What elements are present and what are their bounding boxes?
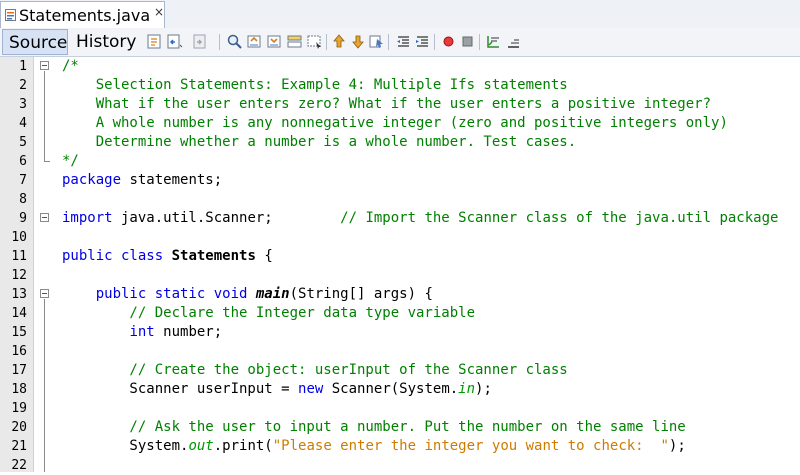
code-line-1: /* (62, 58, 79, 74)
comment-icon[interactable] (485, 33, 502, 50)
forward-icon[interactable] (192, 33, 209, 50)
line-number: 9 (19, 211, 27, 226)
uncomment-icon[interactable] (505, 33, 522, 50)
line-number: 7 (19, 173, 27, 188)
shift-right-icon[interactable] (414, 33, 431, 50)
line-number: 21 (11, 439, 27, 454)
line-number: 11 (11, 249, 27, 264)
code-editor[interactable]: 1 2 3 4 5 6 7 8 9 10 11 12 13 14 15 16 17 18 19 20 21 22 /* S… (0, 57, 800, 473)
find-icon[interactable] (226, 33, 243, 50)
code-line-2: Selection Statements: Example 4: Multipl… (62, 77, 568, 93)
fold-toggle-icon[interactable] (40, 289, 49, 298)
line-number: 12 (11, 268, 27, 283)
find-previous-icon[interactable] (246, 33, 263, 50)
close-tab-icon[interactable]: × (154, 5, 164, 19)
fold-toggle-icon[interactable] (40, 213, 49, 222)
code-line-11: public class Statements { (62, 248, 273, 264)
code-line-4: A whole number is any nonnegative intege… (62, 115, 728, 131)
code-line-17: // Create the object: userInput of the S… (62, 362, 568, 378)
next-bookmark-icon[interactable] (350, 33, 367, 50)
line-number: 5 (19, 135, 27, 150)
code-line-6: */ (62, 153, 79, 169)
code-line-14: // Declare the Integer data type variabl… (62, 305, 476, 321)
find-next-icon[interactable] (266, 33, 283, 50)
line-number: 8 (19, 192, 27, 207)
line-number: 4 (19, 116, 27, 131)
editor-toolbar: Source History (0, 28, 800, 57)
code-line-20: // Ask the user to input a number. Put t… (62, 419, 686, 435)
line-number: 19 (11, 401, 27, 416)
code-line-5: Determine whether a number is a whole nu… (62, 134, 577, 150)
line-number-gutter: 1 2 3 4 5 6 7 8 9 10 11 12 13 14 15 16 17 18 19 20 21 22 (0, 57, 34, 473)
code-line-21: System.out.print("Please enter the integ… (62, 438, 686, 454)
back-icon[interactable] (166, 33, 183, 50)
code-line-3: What if the user enters zero? What if th… (62, 96, 712, 112)
code-line-18: Scanner userInput = new Scanner(System.i… (62, 381, 492, 397)
fold-margin (34, 57, 56, 472)
editor-tab-strip: Statements.java × (0, 0, 800, 29)
record-macro-icon[interactable] (440, 33, 457, 50)
line-number: 17 (11, 363, 27, 378)
line-number: 22 (11, 458, 27, 473)
line-number: 16 (11, 344, 27, 359)
code-line-9: import java.util.Scanner; // Import the … (62, 210, 779, 226)
line-number: 18 (11, 382, 27, 397)
file-tab-statements[interactable]: Statements.java × (0, 1, 165, 28)
tab-history[interactable]: History (70, 29, 136, 55)
stop-macro-icon[interactable] (459, 33, 476, 50)
line-number: 10 (11, 230, 27, 245)
select-icon[interactable] (306, 33, 323, 50)
fold-toggle-icon[interactable] (40, 61, 49, 70)
tab-source[interactable]: Source (2, 29, 68, 55)
last-edit-icon[interactable] (146, 33, 163, 50)
shift-left-icon[interactable] (395, 33, 412, 50)
line-number: 3 (19, 97, 27, 112)
highlight-icon[interactable] (286, 33, 303, 50)
toggle-bookmark-icon[interactable] (368, 33, 385, 50)
line-number: 2 (19, 78, 27, 93)
line-number: 15 (11, 325, 27, 340)
code-line-13: public static void main(String[] args) { (95, 286, 433, 302)
previous-bookmark-icon[interactable] (331, 33, 348, 50)
line-number: 14 (11, 306, 27, 321)
java-file-icon (5, 9, 16, 21)
line-number: 6 (19, 154, 27, 169)
code-line-7: package statements; (62, 172, 223, 188)
file-tab-label: Statements.java (19, 6, 151, 25)
line-number: 20 (11, 420, 27, 435)
line-number: 1 (19, 59, 27, 74)
code-line-15: int number; (129, 324, 223, 340)
line-number: 13 (11, 287, 27, 302)
